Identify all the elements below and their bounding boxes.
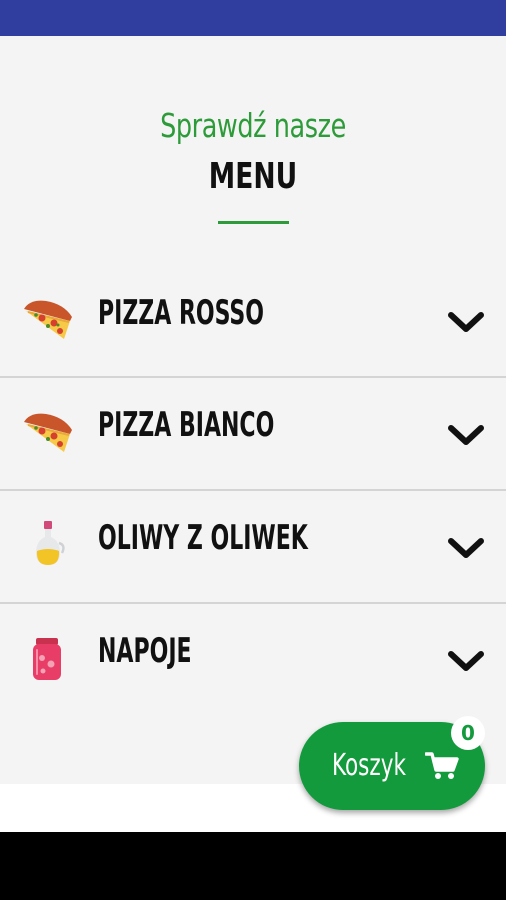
menu-item-label: PIZZA ROSSO [98,293,264,333]
chevron-down-icon[interactable] [447,311,485,335]
menu-item-label: PIZZA BIANCO [98,405,275,445]
menu-item-oliwy-z-oliwek[interactable]: OLIWY Z OLIWEK [0,491,506,603]
menu-item-napoje[interactable]: NAPOJE [0,604,506,716]
pizza-slice-icon [24,413,72,452]
title-underline [218,221,289,224]
menu-item-pizza-rosso[interactable]: PIZZA ROSSO [0,265,506,377]
section-subtitle: Sprawdź nasze [160,106,346,145]
chevron-down-icon[interactable] [447,650,485,674]
menu-item-label: NAPOJE [98,631,192,671]
shopping-cart-icon [425,752,459,779]
cart-count-badge: 0 [451,716,485,750]
status-bar [0,0,506,36]
page-title: MENU [208,156,298,197]
navigation-bar [0,832,506,900]
pizza-slice-icon [24,300,72,339]
cart-label: Koszyk [332,748,407,783]
drink-jar-icon [33,638,61,680]
chevron-down-icon[interactable] [447,537,485,561]
olive-oil-bottle-icon [36,521,65,565]
menu-item-label: OLIWY Z OLIWEK [98,518,308,558]
chevron-down-icon[interactable] [447,424,485,448]
menu-item-pizza-bianco[interactable]: PIZZA BIANCO [0,378,506,490]
